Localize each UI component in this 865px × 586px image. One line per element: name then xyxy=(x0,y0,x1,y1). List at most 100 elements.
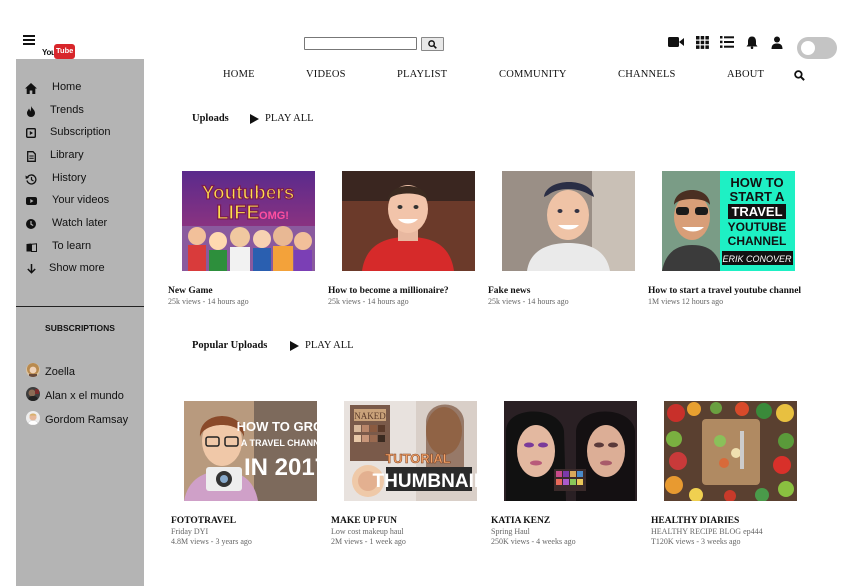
play-icon xyxy=(290,340,299,351)
history-icon xyxy=(25,173,37,185)
video-title[interactable]: MAKE UP FUN xyxy=(331,516,397,526)
sidebar-item-label: Trends xyxy=(50,104,84,116)
subscription-label: Gordom Ramsay xyxy=(45,414,129,426)
home-icon xyxy=(25,82,37,94)
sidebar-item-to-learn[interactable]: To learn xyxy=(16,237,144,257)
search-input[interactable] xyxy=(304,37,417,50)
subscription-label: Alan x el mundo xyxy=(45,390,124,402)
clock-icon xyxy=(25,218,37,230)
avatar xyxy=(26,387,40,401)
sidebar-item-history[interactable]: History xyxy=(16,169,144,189)
sidebar-item-label: Subscription xyxy=(50,126,111,138)
sidebar-item-home[interactable]: Home xyxy=(16,78,144,98)
video-thumbnail-new-game[interactable]: Youtubers LIFE OMG! xyxy=(182,171,315,271)
nav-playlist[interactable]: PLAYLIST xyxy=(397,69,447,80)
bell-icon[interactable] xyxy=(744,34,760,50)
sidebar-item-label: To learn xyxy=(52,240,92,252)
video-icon xyxy=(25,195,37,207)
video-title[interactable]: How to start a travel youtube channel xyxy=(648,286,801,296)
video-meta: 1M views 12 hours ago xyxy=(648,297,724,306)
video-title[interactable]: Fake news xyxy=(488,286,531,296)
hamburger-menu-icon[interactable] xyxy=(23,35,35,45)
uploads-play-all-button[interactable]: PLAY ALL xyxy=(250,113,314,124)
video-meta: 4.8M views - 3 years ago xyxy=(171,537,252,546)
sidebar-item-trends[interactable]: Trends xyxy=(16,101,144,121)
subscription-label: Zoella xyxy=(45,366,75,378)
video-meta: 25k views - 14 hours ago xyxy=(168,297,249,306)
video-thumbnail-katia-kenz[interactable] xyxy=(504,401,637,501)
sidebar-item-your-videos[interactable]: Your videos xyxy=(16,191,144,211)
video-camera-icon[interactable] xyxy=(668,34,684,50)
list-icon[interactable] xyxy=(719,34,735,50)
svg-text:HOW TO GROW: HOW TO GROW xyxy=(237,419,317,434)
play-icon xyxy=(250,113,259,124)
nav-community[interactable]: COMMUNITY xyxy=(499,69,567,80)
popular-play-all-button[interactable]: PLAY ALL xyxy=(290,340,354,351)
video-thumbnail-fototravel[interactable]: HOW TO GROW A TRAVEL CHANNEL IN 2017 xyxy=(184,401,317,501)
video-subtitle: HEALTHY RECIPE BLOG ep444 xyxy=(651,527,763,536)
svg-text:YOUTUBE: YOUTUBE xyxy=(728,220,787,234)
sidebar-item-label: Watch later xyxy=(52,217,108,229)
video-meta: T120K views - 3 weeks ago xyxy=(651,537,741,546)
library-icon xyxy=(25,150,37,162)
svg-text:TRAVEL: TRAVEL xyxy=(731,204,782,219)
arrow-down-icon xyxy=(25,263,37,275)
video-meta: 250K views - 4 weeks ago xyxy=(491,537,576,546)
svg-text:THUMBNAIL: THUMBNAIL xyxy=(373,471,477,492)
channel-search-icon[interactable] xyxy=(794,68,806,81)
video-thumbnail-healthy-diaries[interactable] xyxy=(664,401,797,501)
svg-text:LIFE: LIFE xyxy=(216,202,259,224)
search-icon xyxy=(428,39,437,49)
video-title[interactable]: FOTOTRAVEL xyxy=(171,516,236,526)
play-all-label: PLAY ALL xyxy=(305,340,354,351)
toggle-knob xyxy=(801,41,815,55)
sidebar-item-label: History xyxy=(52,172,87,184)
video-meta: 25k views - 14 hours ago xyxy=(488,297,569,306)
video-title[interactable]: HEALTHY DIARIES xyxy=(651,516,739,526)
svg-text:A TRAVEL CHANNEL: A TRAVEL CHANNEL xyxy=(241,438,317,448)
svg-text:OMG!: OMG! xyxy=(259,210,289,222)
sidebar-divider xyxy=(16,306,144,307)
nav-about[interactable]: ABOUT xyxy=(727,69,764,80)
sidebar: Home Trends Subscription Library History… xyxy=(16,59,144,586)
nav-home[interactable]: HOME xyxy=(223,69,255,80)
video-meta: 2M views - 1 week ago xyxy=(331,537,406,546)
subscription-icon xyxy=(25,127,37,139)
user-icon[interactable] xyxy=(769,34,785,50)
video-thumbnail-travel-channel[interactable]: HOW TO START A TRAVEL YOUTUBE CHANNEL ER… xyxy=(662,171,795,271)
video-title[interactable]: How to become a millionaire? xyxy=(328,286,449,296)
video-meta: 25k views - 14 hours ago xyxy=(328,297,409,306)
play-all-label: PLAY ALL xyxy=(265,113,314,124)
video-thumbnail-make-up-fun[interactable]: NAKED TUTORIAL THUMBNAIL xyxy=(344,401,477,501)
search-button[interactable] xyxy=(421,37,444,51)
popular-uploads-title: Popular Uploads xyxy=(192,340,268,351)
svg-text:CHANNEL: CHANNEL xyxy=(728,234,787,248)
sidebar-item-label: Show more xyxy=(49,262,105,274)
sidebar-item-label: Your videos xyxy=(52,194,110,206)
svg-text:Youtubers: Youtubers xyxy=(202,183,295,204)
sidebar-item-show-more[interactable]: Show more xyxy=(16,259,144,279)
sidebar-item-subscription[interactable]: Subscription xyxy=(16,123,144,143)
video-title[interactable]: KATIA KENZ xyxy=(491,516,550,526)
video-thumbnail-millionaire[interactable] xyxy=(342,171,475,271)
video-subtitle: Friday DYI xyxy=(171,527,209,536)
apps-grid-icon[interactable] xyxy=(694,34,710,50)
book-icon xyxy=(25,241,37,253)
video-title[interactable]: New Game xyxy=(168,286,213,296)
sidebar-item-label: Library xyxy=(50,149,84,161)
avatar xyxy=(26,411,40,425)
avatar xyxy=(26,363,40,377)
theme-toggle[interactable] xyxy=(797,37,837,59)
svg-text:ERIK CONOVER: ERIK CONOVER xyxy=(722,254,792,264)
svg-text:START A: START A xyxy=(730,189,785,204)
video-thumbnail-fake-news[interactable] xyxy=(502,171,635,271)
sidebar-item-watch-later[interactable]: Watch later xyxy=(16,214,144,234)
nav-channels[interactable]: CHANNELS xyxy=(618,69,676,80)
nav-videos[interactable]: VIDEOS xyxy=(306,69,346,80)
video-subtitle: Low cost makeup haul xyxy=(331,527,404,536)
sidebar-item-label: Home xyxy=(52,81,82,93)
sidebar-item-library[interactable]: Library xyxy=(16,146,144,166)
svg-text:IN 2017: IN 2017 xyxy=(244,454,317,481)
subscriptions-title: SUBSCRIPTIONS xyxy=(45,323,115,333)
video-subtitle: Spring Haul xyxy=(491,527,530,536)
